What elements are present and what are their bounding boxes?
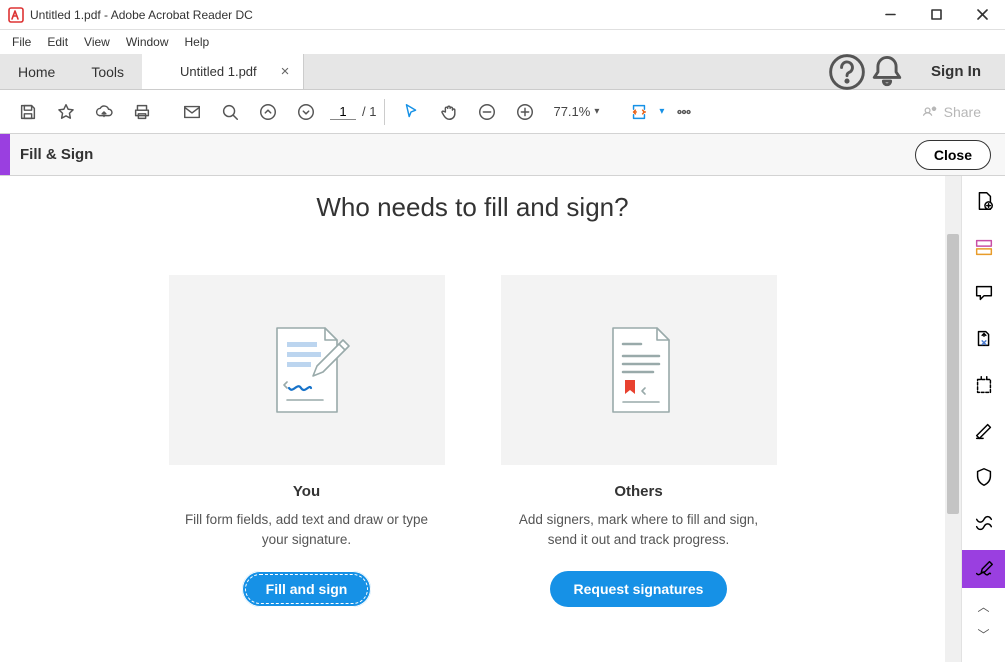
fit-dropdown-icon[interactable]: ▾ (659, 106, 664, 117)
page-total: / 1 (362, 104, 376, 119)
request-signatures-button[interactable]: Request signatures (550, 571, 728, 607)
zoom-value[interactable]: 77.1% (553, 104, 590, 119)
bell-icon[interactable] (867, 54, 907, 89)
share-label: Share (944, 104, 981, 120)
scrollbar[interactable] (945, 176, 961, 662)
tabs-row: Home Tools Untitled 1.pdf × Sign In (0, 54, 1005, 90)
content-area: Who needs to fill and sign? (0, 176, 961, 662)
search-icon[interactable] (212, 94, 248, 130)
card-others-desc: Add signers, mark where to fill and sign… (513, 510, 765, 549)
close-button[interactable]: Close (915, 140, 991, 170)
star-icon[interactable] (48, 94, 84, 130)
page-down-icon[interactable] (288, 94, 324, 130)
zoom-out-icon[interactable] (469, 94, 505, 130)
card-you-desc: Fill form fields, add text and draw or t… (181, 510, 433, 549)
rail-scroll-down-icon[interactable]: ﹀ (962, 624, 1005, 644)
close-window-button[interactable] (959, 0, 1005, 30)
menu-edit[interactable]: Edit (39, 32, 76, 52)
minimize-button[interactable] (867, 0, 913, 30)
rail-combine-icon[interactable] (962, 320, 1005, 358)
card-others-title: Others (513, 483, 765, 500)
app-icon (8, 7, 24, 23)
tab-document-label: Untitled 1.pdf (180, 64, 257, 79)
card-others: Others Add signers, mark where to fill a… (501, 275, 777, 633)
rail-fill-sign-icon[interactable] (962, 550, 1005, 588)
tab-close-icon[interactable]: × (281, 63, 290, 80)
hand-tool-icon[interactable] (431, 94, 467, 130)
print-icon[interactable] (124, 94, 160, 130)
fit-width-icon[interactable] (621, 94, 657, 130)
menu-help[interactable]: Help (177, 32, 218, 52)
tab-home[interactable]: Home (0, 54, 73, 89)
rail-compress-icon[interactable] (962, 504, 1005, 542)
maximize-button[interactable] (913, 0, 959, 30)
illustration-you (169, 275, 445, 465)
zoom-in-icon[interactable] (507, 94, 543, 130)
select-tool-icon[interactable] (393, 94, 429, 130)
cloud-upload-icon[interactable] (86, 94, 122, 130)
more-icon[interactable] (666, 94, 702, 130)
accent-stripe (0, 134, 10, 175)
rail-scroll-up-icon[interactable]: ︿ (962, 596, 1005, 616)
illustration-others (501, 275, 777, 465)
window-title: Untitled 1.pdf - Adobe Acrobat Reader DC (30, 8, 867, 22)
rail-edit-pdf-icon[interactable] (962, 228, 1005, 266)
page-heading: Who needs to fill and sign? (0, 192, 945, 223)
zoom-dropdown-icon[interactable]: ▾ (594, 106, 599, 117)
page-input[interactable] (330, 104, 356, 120)
sign-in-button[interactable]: Sign In (907, 54, 1005, 89)
share-button[interactable]: Share (908, 104, 995, 120)
card-you-title: You (181, 483, 433, 500)
rail-organize-icon[interactable] (962, 366, 1005, 404)
mail-icon[interactable] (174, 94, 210, 130)
right-rail: ︿ ﹀ (961, 176, 1005, 662)
menubar: File Edit View Window Help (0, 30, 1005, 54)
fill-sign-title: Fill & Sign (20, 146, 915, 163)
help-icon[interactable] (827, 54, 867, 89)
toolbar: / 1 77.1% ▾ ▾ Share (0, 90, 1005, 134)
save-icon[interactable] (10, 94, 46, 130)
titlebar: Untitled 1.pdf - Adobe Acrobat Reader DC (0, 0, 1005, 30)
menu-window[interactable]: Window (118, 32, 177, 52)
card-you: You Fill form fields, add text and draw … (169, 275, 445, 633)
tab-tools[interactable]: Tools (73, 54, 142, 89)
rail-protect-icon[interactable] (962, 458, 1005, 496)
rail-redact-icon[interactable] (962, 412, 1005, 450)
menu-view[interactable]: View (76, 32, 118, 52)
scrollbar-thumb[interactable] (947, 234, 959, 514)
page-up-icon[interactable] (250, 94, 286, 130)
fill-sign-bar: Fill & Sign Close (0, 134, 1005, 176)
tab-document[interactable]: Untitled 1.pdf × (142, 54, 304, 89)
rail-comment-icon[interactable] (962, 274, 1005, 312)
rail-create-pdf-icon[interactable] (962, 182, 1005, 220)
fill-and-sign-button[interactable]: Fill and sign (242, 571, 372, 607)
menu-file[interactable]: File (4, 32, 39, 52)
